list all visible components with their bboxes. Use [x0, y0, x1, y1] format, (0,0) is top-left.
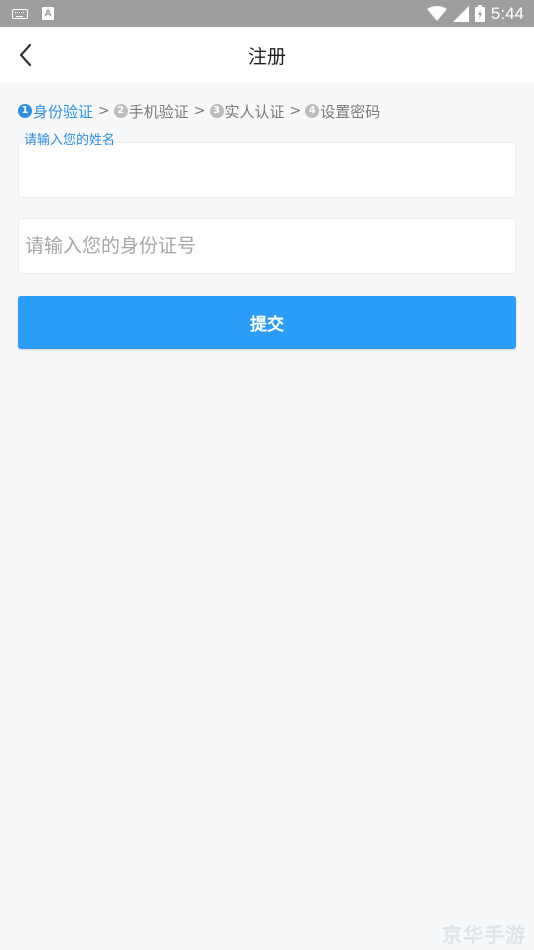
step-label: 身份验证: [33, 102, 94, 121]
signal-icon: [452, 5, 469, 22]
page-title: 注册: [247, 45, 286, 68]
keyboard-icon: [12, 8, 28, 19]
status-bar: A 5:44: [0, 0, 534, 27]
id-number-field: [18, 218, 516, 274]
id-number-input[interactable]: [19, 219, 515, 273]
chevron-left-icon: [19, 43, 32, 67]
wifi-icon: [426, 5, 447, 21]
step-number-3: 3: [209, 104, 224, 118]
status-bar-left: A: [12, 7, 54, 20]
step-separator: >: [289, 103, 302, 119]
step-label: 实人认证: [224, 102, 285, 121]
header: 注册: [0, 27, 534, 83]
a-notification-icon: A: [42, 7, 54, 20]
name-input[interactable]: [19, 143, 515, 197]
step-identity: 1 身份验证: [18, 101, 93, 122]
watermark: 京华手游: [442, 923, 526, 947]
step-number-1: 1: [18, 104, 32, 118]
step-label: 手机验证: [128, 102, 189, 121]
step-separator: >: [193, 103, 206, 119]
step-phone: 2 手机验证: [113, 101, 189, 122]
back-button[interactable]: [10, 40, 40, 70]
submit-button[interactable]: 提交: [18, 296, 516, 349]
name-label: 请输入您的姓名: [24, 133, 116, 148]
step-progress: 1 身份验证 > 2 手机验证 > 3 实人认证 > 4 设置密码: [18, 100, 380, 122]
step-realname: 3 实人认证: [209, 101, 285, 122]
step-label: 设置密码: [320, 102, 381, 121]
step-separator: >: [98, 103, 110, 119]
step-number-2: 2: [113, 104, 128, 118]
status-bar-right: 5:44: [426, 3, 524, 24]
step-number-4: 4: [305, 104, 320, 118]
step-password: 4 设置密码: [305, 101, 380, 122]
name-field: [18, 142, 516, 198]
battery-icon: [474, 5, 485, 22]
status-time: 5:44: [490, 3, 524, 23]
